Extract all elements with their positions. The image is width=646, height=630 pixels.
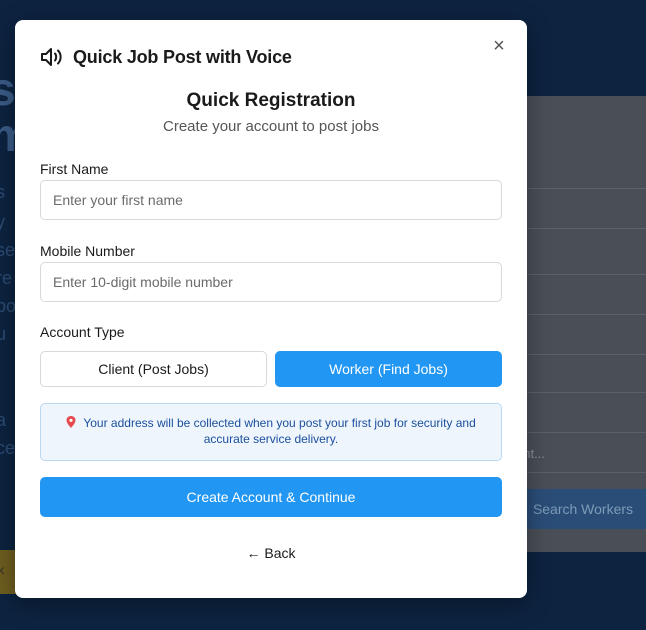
- map-pin-icon: [66, 416, 83, 430]
- registration-subheading: Create your account to post jobs: [163, 118, 379, 135]
- modal-header: Quick Job Post with Voice: [40, 46, 292, 68]
- create-account-button[interactable]: Create Account & Continue: [40, 477, 502, 517]
- close-button[interactable]: ×: [489, 36, 509, 56]
- first-name-label: First Name: [40, 161, 109, 177]
- account-type-client-button[interactable]: Client (Post Jobs): [40, 351, 267, 387]
- close-icon: ×: [493, 35, 505, 57]
- account-type-worker-button[interactable]: Worker (Find Jobs): [275, 351, 502, 387]
- quick-registration-modal: Quick Job Post with Voice × Quick Regist…: [15, 20, 527, 598]
- mobile-number-label: Mobile Number: [40, 243, 135, 259]
- back-link[interactable]: ← Back: [15, 545, 527, 561]
- modal-title: Quick Job Post with Voice: [73, 46, 292, 67]
- registration-heading: Quick Registration: [186, 90, 356, 111]
- first-name-input[interactable]: [40, 180, 502, 220]
- account-type-label: Account Type: [40, 324, 125, 340]
- mobile-number-input[interactable]: [40, 262, 502, 302]
- address-info-notice: Your address will be collected when you …: [40, 403, 502, 461]
- speaker-icon: [40, 46, 64, 68]
- address-info-text: Your address will be collected when you …: [83, 416, 476, 446]
